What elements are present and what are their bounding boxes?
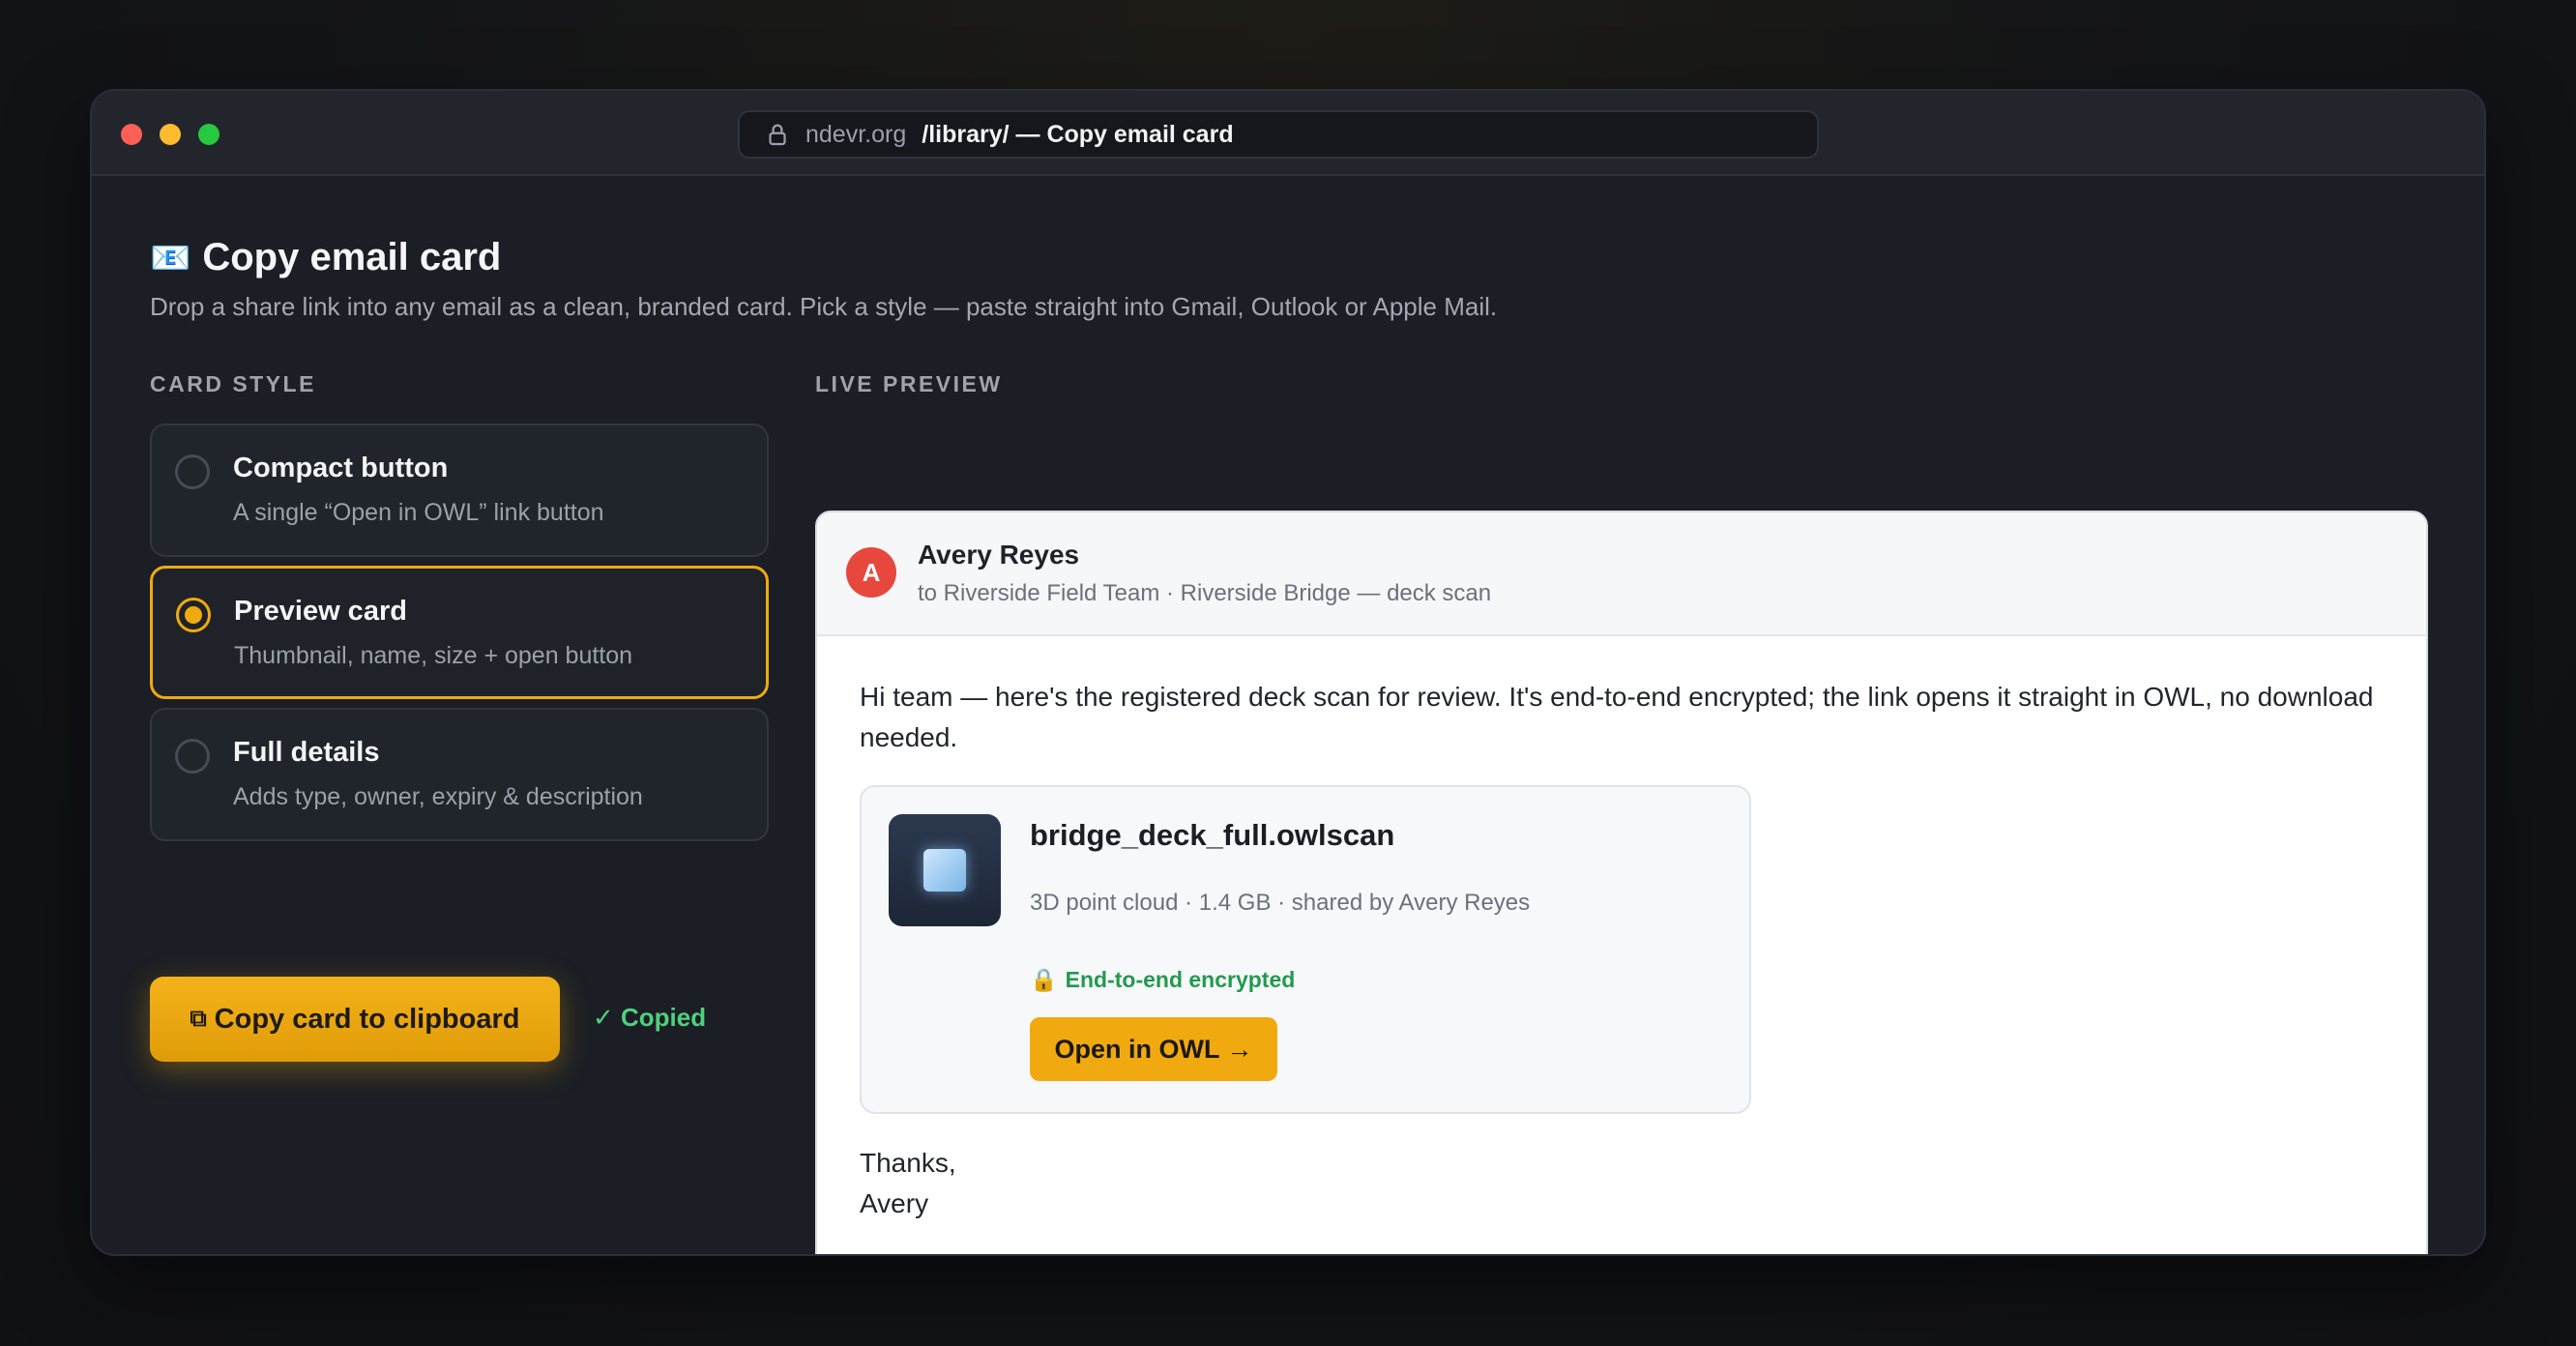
page-subtitle: Drop a share link into any email as a cl… bbox=[150, 292, 1498, 321]
style-option-preview-card[interactable]: Preview card Thumbnail, name, size + ope… bbox=[150, 566, 769, 699]
cube-icon bbox=[923, 849, 966, 892]
copied-status: ✓ Copied bbox=[593, 1003, 707, 1032]
url-path: /library/ — Copy email card bbox=[922, 120, 1234, 148]
sign-off-line: Thanks, bbox=[860, 1148, 956, 1178]
option-description: A single “Open in OWL” link button bbox=[233, 499, 604, 526]
lock-icon bbox=[769, 124, 786, 146]
main-content: 📧 Copy email card Drop a share link into… bbox=[92, 178, 2484, 1254]
minimize-window-button[interactable] bbox=[160, 124, 181, 145]
page-header: 📧 Copy email card bbox=[150, 236, 501, 279]
file-preview-card: bridge_deck_full.owlscan 3D point cloud … bbox=[860, 785, 1751, 1114]
file-name: bridge_deck_full.owlscan bbox=[1030, 818, 1395, 852]
sign-off-name: Avery bbox=[860, 1188, 929, 1218]
email-preview: A Avery Reyes to Riverside Field Team · … bbox=[815, 511, 2428, 1254]
point-cloud-thumbnail bbox=[889, 814, 1001, 926]
option-description: Adds type, owner, expiry & description bbox=[233, 783, 643, 810]
copy-button-label: Copy card to clipboard bbox=[214, 1003, 520, 1035]
encryption-badge: 🔒 End-to-end encrypted bbox=[1030, 967, 1295, 993]
page-title: Copy email card bbox=[202, 236, 502, 278]
email-header: A Avery Reyes to Riverside Field Team · … bbox=[817, 512, 2426, 636]
email-body: Hi team — here's the registered deck sca… bbox=[860, 682, 2374, 752]
open-in-owl-button[interactable]: Open in OWL → bbox=[1030, 1017, 1277, 1081]
option-name: Preview card bbox=[234, 596, 407, 627]
option-name: Full details bbox=[233, 737, 380, 768]
copy-card-button[interactable]: ⧉ Copy card to clipboard bbox=[150, 977, 560, 1062]
radio-preview[interactable] bbox=[176, 598, 211, 632]
address-bar[interactable]: ndevr.org /library/ — Copy email card bbox=[738, 110, 1819, 159]
style-option-full-details[interactable]: Full details Adds type, owner, expiry & … bbox=[150, 708, 769, 841]
option-description: Thumbnail, name, size + open button bbox=[234, 642, 633, 669]
avatar: A bbox=[846, 547, 896, 598]
email-card-icon: 📧 bbox=[150, 239, 191, 277]
live-preview-label: LIVE PREVIEW bbox=[815, 371, 1003, 396]
title-bar: ndevr.org /library/ — Copy email card bbox=[92, 91, 2484, 176]
maximize-window-button[interactable] bbox=[198, 124, 220, 145]
sender-name: Avery Reyes bbox=[918, 540, 1080, 570]
encryption-label: End-to-end encrypted bbox=[1065, 967, 1296, 992]
style-option-compact-button[interactable]: Compact button A single “Open in OWL” li… bbox=[150, 424, 769, 557]
card-style-label: CARD STYLE bbox=[150, 371, 316, 396]
browser-window: ndevr.org /library/ — Copy email card 📧 … bbox=[90, 89, 2486, 1256]
file-meta: 3D point cloud · 1.4 GB · shared by Aver… bbox=[1030, 890, 1531, 916]
padlock-icon: 🔒 bbox=[1030, 967, 1058, 992]
url-host: ndevr.org bbox=[805, 120, 907, 148]
radio-full[interactable] bbox=[175, 739, 210, 774]
copy-icon: ⧉ bbox=[190, 1006, 207, 1032]
recipient-line: to Riverside Field Team · Riverside Brid… bbox=[918, 580, 1492, 606]
sign-off: Thanks, Avery bbox=[860, 1143, 956, 1224]
radio-compact[interactable] bbox=[175, 454, 210, 489]
close-window-button[interactable] bbox=[121, 124, 142, 145]
option-name: Compact button bbox=[233, 453, 449, 483]
